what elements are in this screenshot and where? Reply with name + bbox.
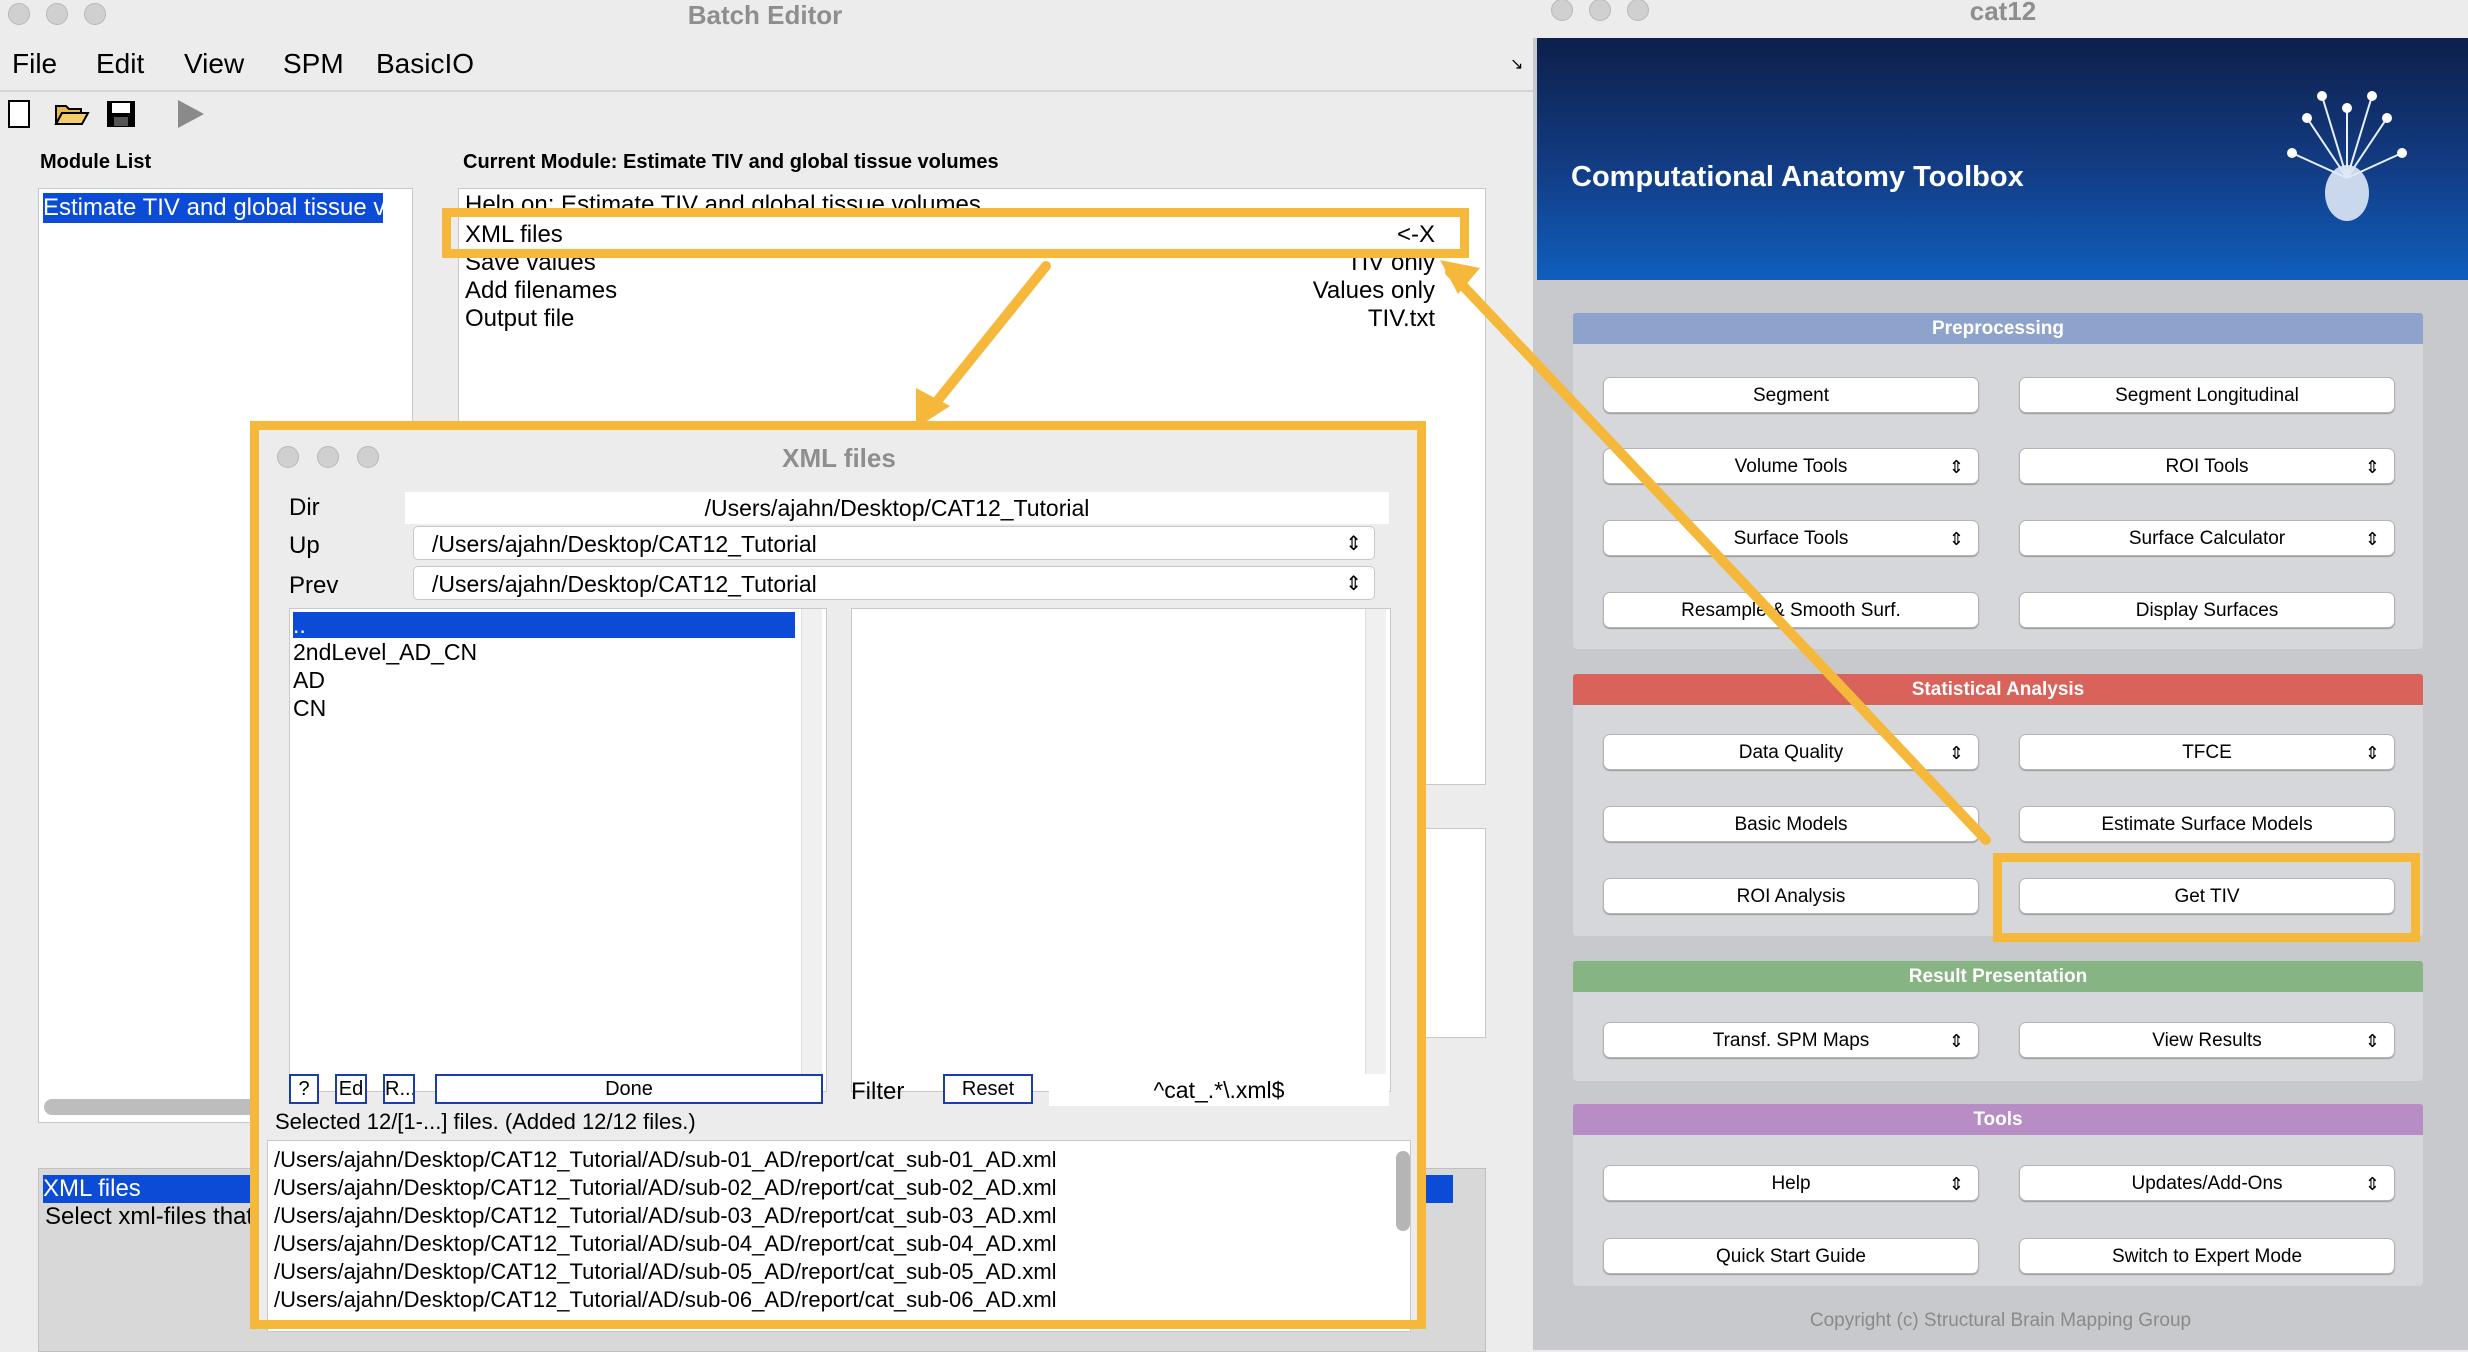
arrow-head-xml-icon [1440,260,1480,294]
arrow-to-dialog [925,261,1051,415]
arrow-to-xml-row [1445,267,1991,845]
annotation-arrows [916,260,1991,845]
